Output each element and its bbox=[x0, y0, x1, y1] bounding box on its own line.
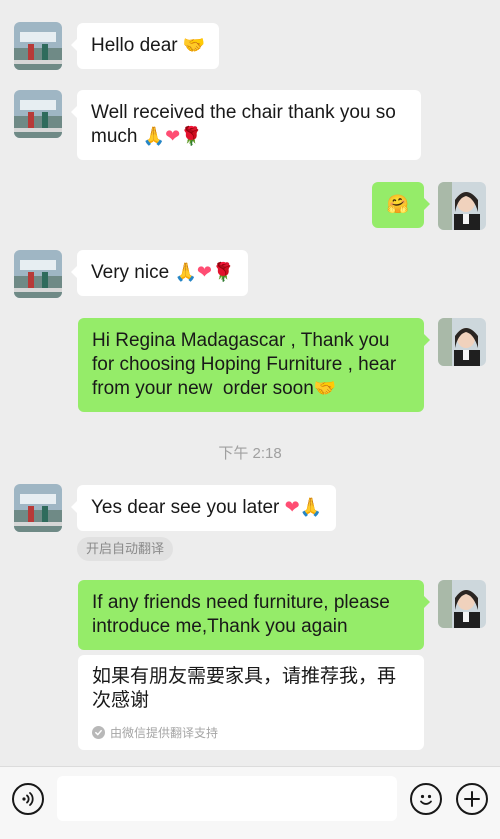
input-toolbar bbox=[0, 766, 500, 839]
my-avatar[interactable] bbox=[438, 182, 486, 230]
message-text-line: much bbox=[91, 126, 138, 147]
message-text-line: Hi Regina Madagascar , Thank you bbox=[92, 330, 390, 351]
check-icon bbox=[92, 726, 105, 739]
auto-translate-button[interactable]: 开启自动翻译 bbox=[77, 537, 174, 561]
heart-emoji: ❤ bbox=[196, 262, 212, 283]
hugging-emoji: 🤗 bbox=[386, 194, 410, 215]
handshake-emoji: 🤝 bbox=[182, 35, 206, 56]
message-text-line: If any friends need furniture, please bbox=[92, 592, 390, 613]
message-text: Yes dear see you later bbox=[91, 497, 280, 518]
message-text-line: from your new order soon bbox=[92, 378, 314, 399]
translation-card[interactable]: 如果有朋友需要家具，请推荐我，再 次感谢 由微信提供翻译支持 bbox=[78, 655, 424, 750]
heart-emoji: ❤ bbox=[284, 497, 300, 518]
contact-avatar[interactable] bbox=[14, 90, 62, 138]
plus-icon[interactable] bbox=[456, 783, 488, 815]
folded-hands-emoji: 🙏 bbox=[142, 126, 166, 147]
message-bubble-incoming[interactable]: Yes dear see you later ❤🙏 bbox=[70, 485, 337, 531]
message-text-line: for choosing Hoping Furniture , hear bbox=[92, 354, 397, 375]
chat-area: Hello dear 🤝 Well received the chair tha… bbox=[0, 0, 500, 766]
folded-hands-emoji: 🙏 bbox=[299, 497, 323, 518]
message-text-line: introduce me,Thank you again bbox=[92, 616, 348, 637]
message-bubble-incoming[interactable]: Well received the chair thank you so muc… bbox=[71, 90, 421, 160]
handshake-emoji: 🤝 bbox=[313, 378, 337, 399]
contact-avatar[interactable] bbox=[14, 484, 62, 532]
message-bubble-incoming[interactable]: Very nice 🙏❤🌹 bbox=[70, 250, 249, 296]
rose-emoji: 🌹 bbox=[180, 126, 203, 147]
voice-icon[interactable] bbox=[12, 783, 44, 815]
my-avatar[interactable] bbox=[438, 318, 486, 366]
contact-avatar[interactable] bbox=[14, 22, 62, 70]
message-bubble-outgoing[interactable]: If any friends need furniture, please in… bbox=[78, 580, 430, 650]
message-bubble-outgoing[interactable]: Hi Regina Madagascar , Thank you for cho… bbox=[78, 318, 430, 412]
translation-source: 由微信提供翻译支持 bbox=[92, 724, 218, 741]
translation-text-line: 如果有朋友需要家具，请推荐我，再 bbox=[92, 666, 397, 687]
message-text: Very nice bbox=[91, 262, 170, 283]
message-text: Hello dear bbox=[91, 35, 178, 56]
message-timestamp: 下午 2:18 bbox=[218, 445, 282, 462]
emoji-icon[interactable] bbox=[410, 783, 442, 815]
translation-text-line: 次感谢 bbox=[92, 690, 150, 711]
heart-emoji: ❤ bbox=[165, 126, 181, 147]
message-text-line: Well received the chair thank you so bbox=[91, 102, 396, 123]
rose-emoji: 🌹 bbox=[211, 262, 235, 283]
message-bubble-incoming[interactable]: Hello dear 🤝 bbox=[70, 23, 220, 69]
folded-hands-emoji: 🙏 bbox=[174, 262, 197, 283]
message-input[interactable] bbox=[57, 776, 397, 821]
message-bubble-outgoing[interactable]: 🤗 bbox=[372, 182, 430, 228]
translation-source-text: 由微信提供翻译支持 bbox=[110, 726, 219, 740]
contact-avatar[interactable] bbox=[14, 250, 62, 298]
my-avatar[interactable] bbox=[438, 580, 486, 628]
